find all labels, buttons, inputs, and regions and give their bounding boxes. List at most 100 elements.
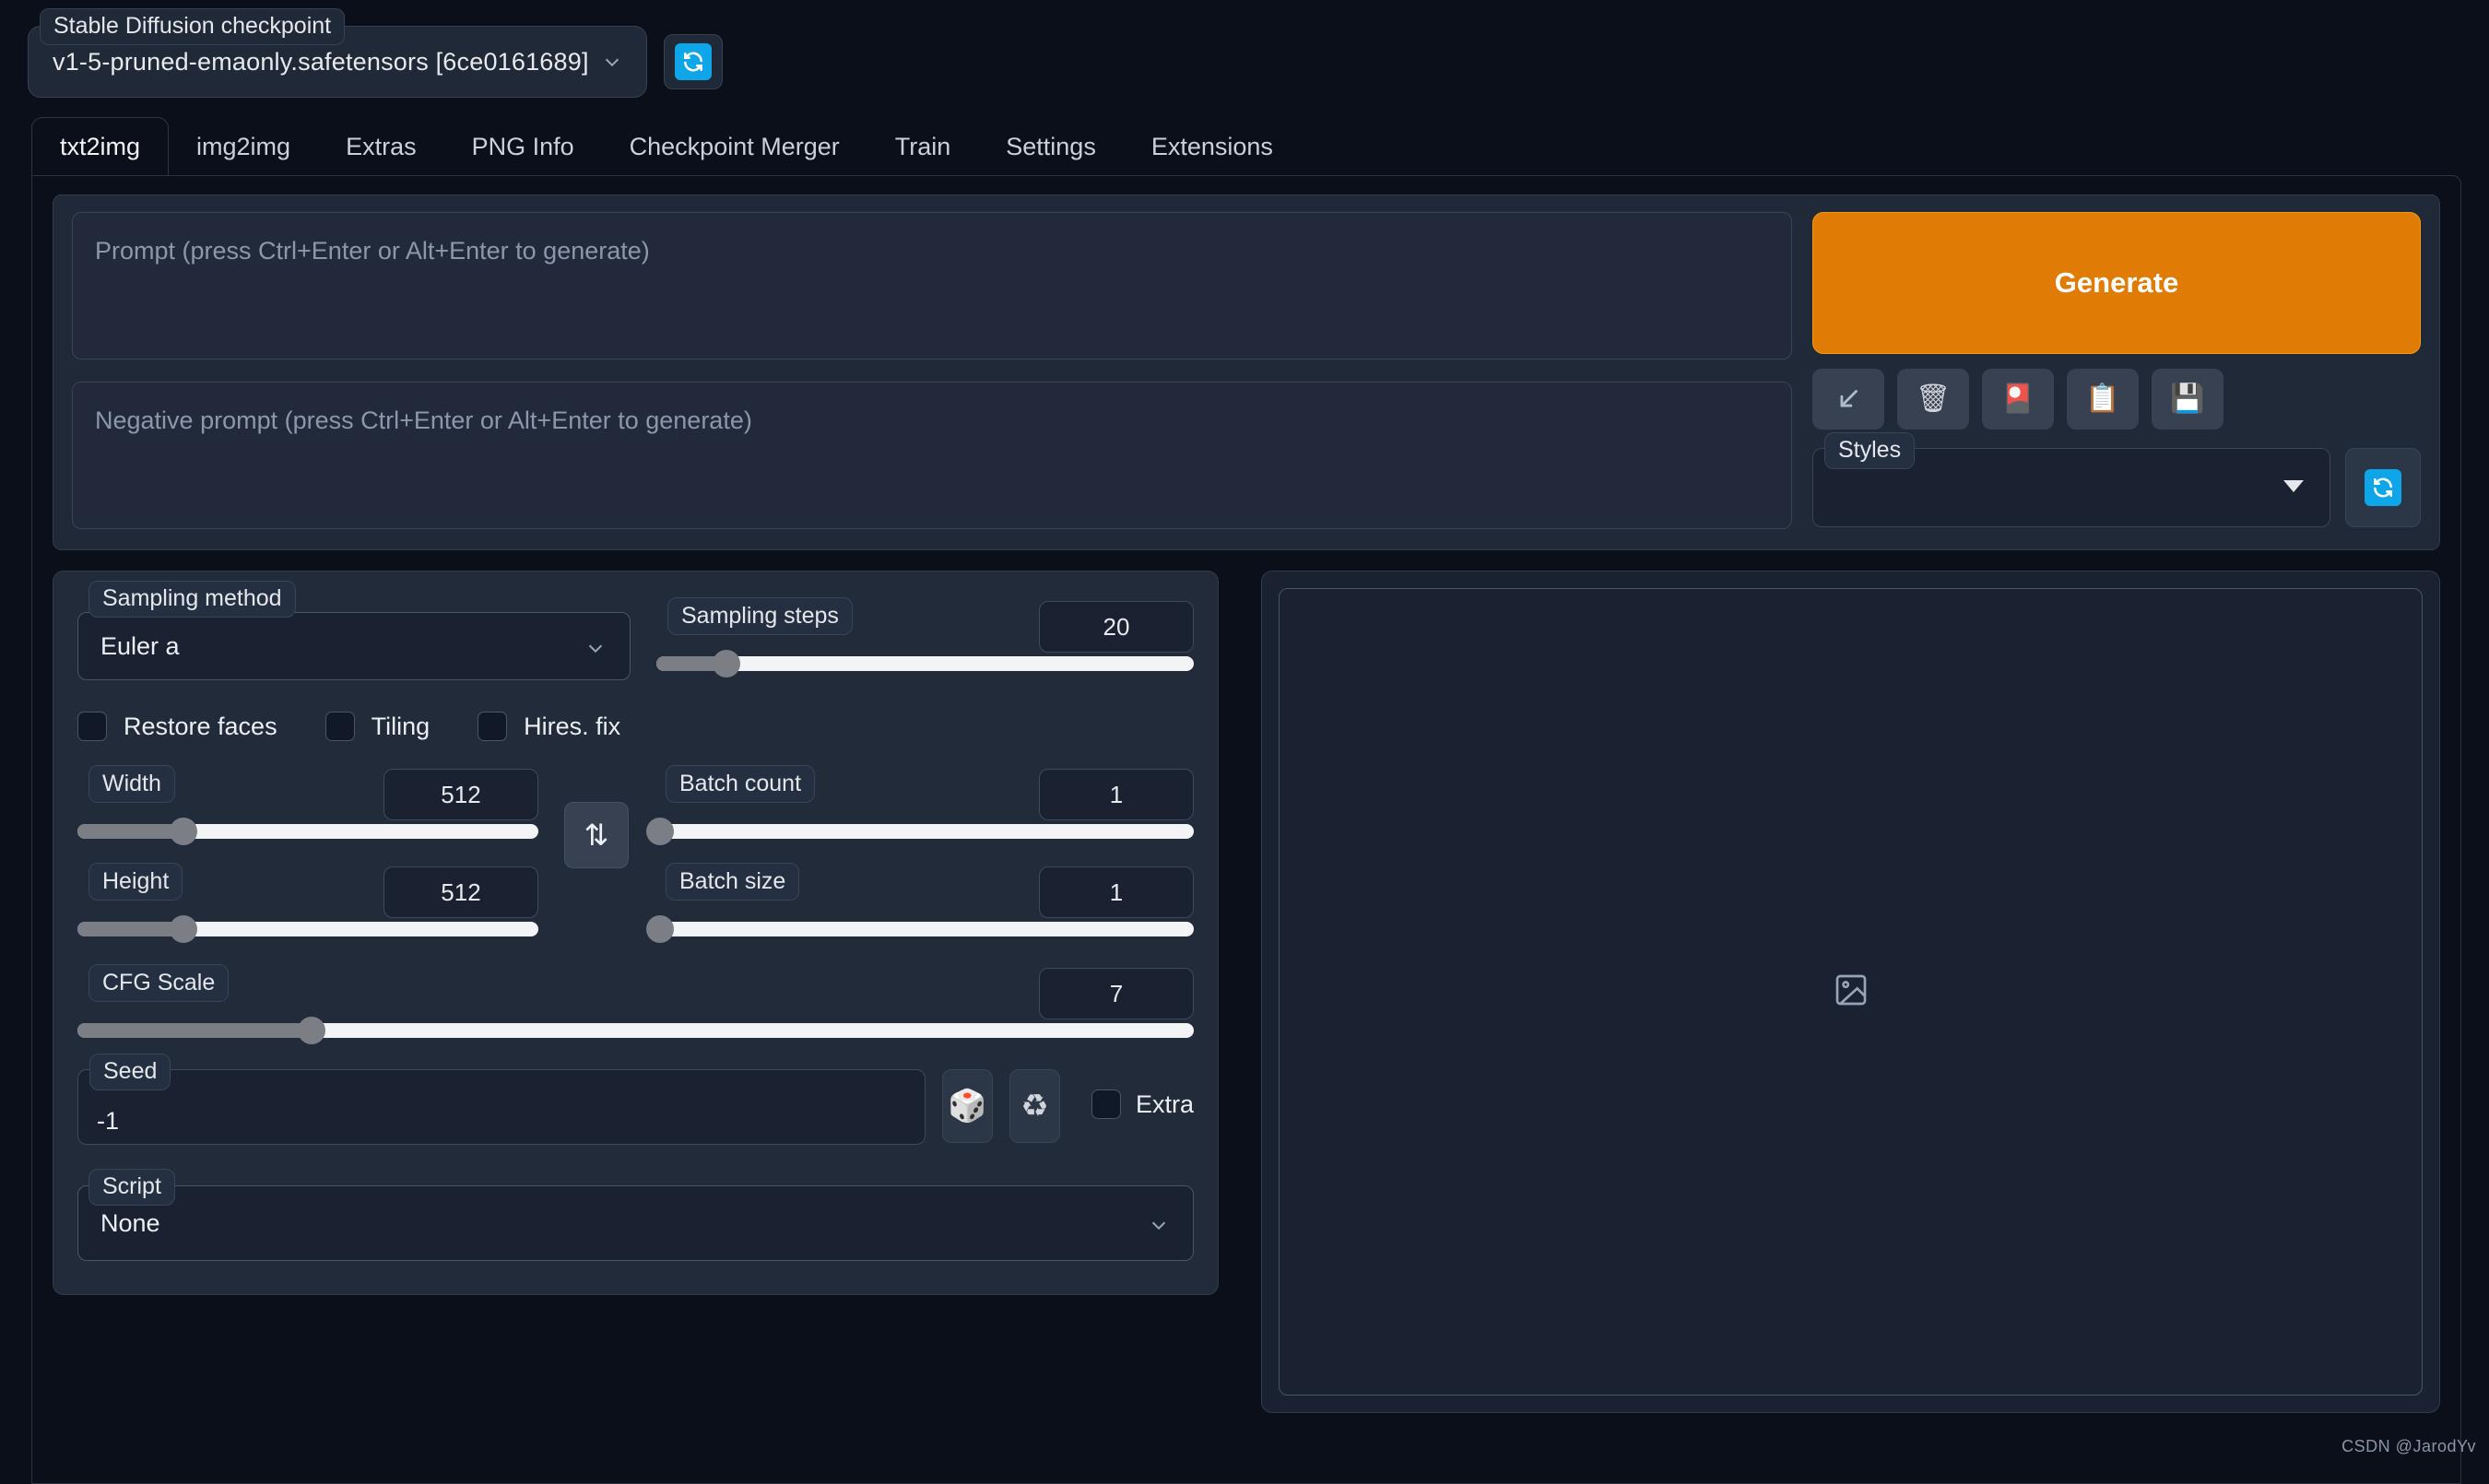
width-slider[interactable] bbox=[77, 824, 538, 839]
prompt-tool-buttons: 🗑 🎴 📋 💾 bbox=[1812, 369, 2421, 430]
sampling-row: Sampling method Euler a Sampling steps 2… bbox=[77, 597, 1194, 680]
styles-dropdown[interactable]: Styles bbox=[1812, 448, 2330, 527]
generate-column: Generate 🗑 🎴 📋 💾 Styles bbox=[1812, 212, 2421, 529]
sampling-method-dropdown[interactable]: Euler a bbox=[77, 612, 631, 680]
refresh-checkpoints-button[interactable] bbox=[664, 34, 723, 89]
tab-png-info[interactable]: PNG Info bbox=[444, 118, 602, 175]
generation-settings-panel: Sampling method Euler a Sampling steps 2… bbox=[53, 571, 1219, 1295]
batch-size-label: Batch size bbox=[666, 863, 799, 901]
prompt-section: Prompt (press Ctrl+Enter or Alt+Enter to… bbox=[53, 194, 2440, 550]
height-field: Height 512 bbox=[77, 863, 538, 936]
toggles-row: Restore faces Tiling Hires. fix bbox=[77, 712, 1194, 741]
refresh-icon bbox=[2365, 469, 2401, 506]
cfg-scale-slider[interactable] bbox=[77, 1023, 1194, 1038]
lower-area: Sampling method Euler a Sampling steps 2… bbox=[53, 571, 2440, 1413]
script-label: Script bbox=[88, 1169, 175, 1206]
tiling-checkbox[interactable] bbox=[325, 712, 355, 741]
tab-img2img[interactable]: img2img bbox=[169, 118, 318, 175]
main-tabs: txt2img img2img Extras PNG Info Checkpoi… bbox=[31, 118, 2489, 175]
checkpoint-bar: Stable Diffusion checkpoint v1-5-pruned-… bbox=[0, 0, 2489, 98]
script-dropdown[interactable]: None bbox=[77, 1185, 1194, 1261]
batch-size-value[interactable]: 1 bbox=[1039, 866, 1194, 918]
styles-label: Styles bbox=[1824, 432, 1915, 469]
width-field: Width 512 bbox=[77, 765, 538, 839]
restore-faces-label: Restore faces bbox=[124, 713, 277, 741]
wastebasket-icon[interactable]: 🗑 bbox=[1897, 369, 1969, 430]
batch-size-field: Batch size 1 bbox=[655, 863, 1194, 936]
tab-txt2img[interactable]: txt2img bbox=[31, 117, 169, 175]
output-image-area[interactable] bbox=[1279, 588, 2423, 1396]
image-placeholder-icon bbox=[1833, 972, 1870, 1013]
styles-row: Styles bbox=[1812, 448, 2421, 527]
chevron-down-icon bbox=[602, 52, 622, 72]
art-image-icon[interactable]: 🎴 bbox=[1982, 369, 2054, 430]
checkpoint-selector-group: Stable Diffusion checkpoint v1-5-pruned-… bbox=[28, 26, 723, 98]
batch-size-slider[interactable] bbox=[655, 922, 1194, 936]
sampling-method-value: Euler a bbox=[100, 632, 180, 661]
width-head: Width 512 bbox=[77, 769, 538, 811]
script-field: Script None bbox=[77, 1185, 1194, 1261]
hires-fix-checkbox[interactable] bbox=[478, 712, 507, 741]
tab-extras[interactable]: Extras bbox=[318, 118, 444, 175]
batch-count-head: Batch count 1 bbox=[655, 769, 1194, 811]
checkpoint-dropdown[interactable]: Stable Diffusion checkpoint v1-5-pruned-… bbox=[28, 26, 647, 98]
cfg-scale-label: CFG Scale bbox=[88, 964, 229, 1002]
height-value[interactable]: 512 bbox=[383, 866, 538, 918]
height-slider[interactable] bbox=[77, 922, 538, 936]
negative-prompt-input[interactable]: Negative prompt (press Ctrl+Enter or Alt… bbox=[72, 382, 1792, 529]
prompt-input[interactable]: Prompt (press Ctrl+Enter or Alt+Enter to… bbox=[72, 212, 1792, 359]
prompt-fields: Prompt (press Ctrl+Enter or Alt+Enter to… bbox=[72, 212, 1792, 529]
generate-button[interactable]: Generate bbox=[1812, 212, 2421, 354]
checkpoint-value: v1-5-pruned-emaonly.safetensors [6ce0161… bbox=[53, 48, 589, 77]
batch-count-field: Batch count 1 bbox=[655, 765, 1194, 839]
cfg-scale-field: CFG Scale 7 bbox=[77, 964, 1194, 1038]
chevron-down-icon bbox=[1149, 1213, 1169, 1233]
tab-train[interactable]: Train bbox=[867, 118, 979, 175]
width-label: Width bbox=[88, 765, 175, 803]
extra-label: Extra bbox=[1136, 1090, 1194, 1119]
dice-icon[interactable]: 🎲 bbox=[942, 1069, 993, 1143]
tab-extensions[interactable]: Extensions bbox=[1124, 118, 1301, 175]
cfg-scale-value[interactable]: 7 bbox=[1039, 968, 1194, 1019]
tiling-label: Tiling bbox=[372, 713, 431, 741]
clipboard-icon[interactable]: 📋 bbox=[2067, 369, 2139, 430]
hires-fix-label: Hires. fix bbox=[524, 713, 620, 741]
batch-column: Batch count 1 Batch size 1 bbox=[655, 765, 1194, 936]
sampling-method-field: Sampling method Euler a bbox=[77, 597, 631, 680]
refresh-icon bbox=[675, 43, 712, 80]
restore-faces-checkbox[interactable] bbox=[77, 712, 107, 741]
batch-count-value[interactable]: 1 bbox=[1039, 769, 1194, 820]
sampling-steps-value[interactable]: 20 bbox=[1039, 601, 1194, 653]
seed-label: Seed bbox=[89, 1054, 171, 1090]
swap-dimensions-icon[interactable]: ⇅ bbox=[564, 802, 629, 868]
checkpoint-label: Stable Diffusion checkpoint bbox=[40, 8, 345, 45]
chevron-down-icon bbox=[585, 636, 606, 656]
watermark: CSDN @JarodYv bbox=[2342, 1437, 2476, 1456]
recycle-icon[interactable]: ♻ bbox=[1009, 1069, 1060, 1143]
arrow-down-left-icon[interactable] bbox=[1812, 369, 1884, 430]
dimensions-batch-row: Width 512 Height 512 bbox=[77, 765, 1194, 936]
cfg-scale-head: CFG Scale 7 bbox=[77, 968, 1194, 1010]
sampling-steps-label: Sampling steps bbox=[667, 597, 853, 635]
script-value: None bbox=[100, 1209, 160, 1238]
extra-group: Extra bbox=[1091, 1089, 1194, 1119]
floppy-disk-icon[interactable]: 💾 bbox=[2152, 369, 2224, 430]
dimensions-column: Width 512 Height 512 bbox=[77, 765, 538, 936]
sampling-steps-head: Sampling steps 20 bbox=[656, 601, 1194, 643]
batch-count-slider[interactable] bbox=[655, 824, 1194, 839]
txt2img-panel: Prompt (press Ctrl+Enter or Alt+Enter to… bbox=[31, 175, 2461, 1484]
width-value[interactable]: 512 bbox=[383, 769, 538, 820]
sampling-steps-slider[interactable] bbox=[656, 656, 1194, 671]
sampling-method-label: Sampling method bbox=[88, 581, 296, 618]
sampling-steps-field: Sampling steps 20 bbox=[656, 597, 1194, 671]
seed-input[interactable]: Seed -1 bbox=[77, 1069, 926, 1145]
caret-down-icon bbox=[2283, 480, 2304, 492]
seed-value: -1 bbox=[97, 1107, 119, 1135]
height-head: Height 512 bbox=[77, 866, 538, 909]
batch-count-label: Batch count bbox=[666, 765, 815, 803]
refresh-styles-button[interactable] bbox=[2345, 448, 2421, 527]
tab-checkpoint-merger[interactable]: Checkpoint Merger bbox=[602, 118, 867, 175]
batch-size-head: Batch size 1 bbox=[655, 866, 1194, 909]
extra-checkbox[interactable] bbox=[1091, 1089, 1121, 1119]
tab-settings[interactable]: Settings bbox=[978, 118, 1124, 175]
